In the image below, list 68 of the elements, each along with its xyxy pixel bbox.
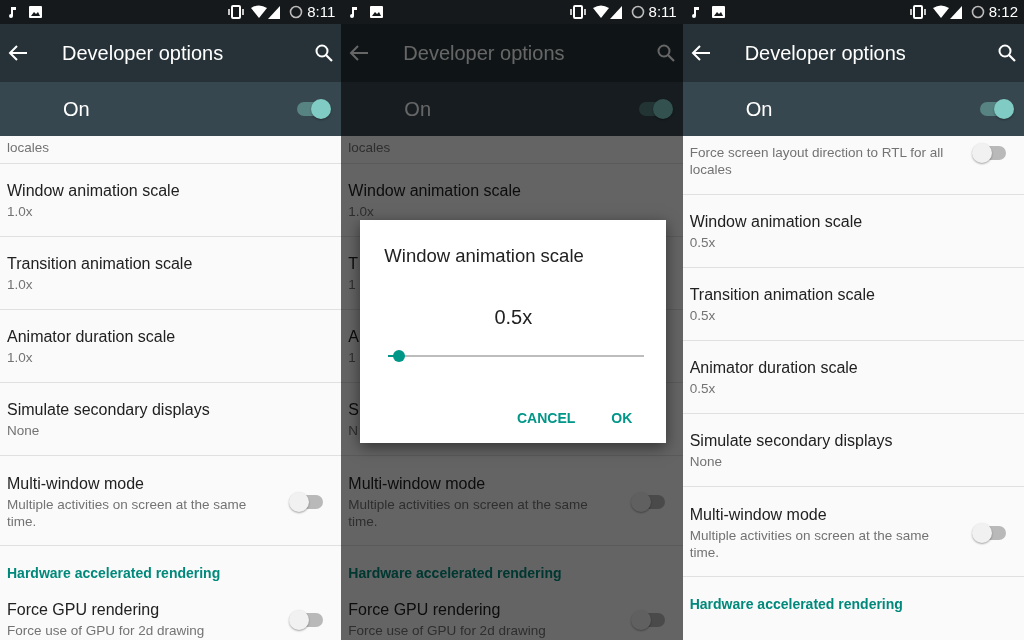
loading-circle-icon <box>289 5 304 19</box>
setting-summary: 1.0x <box>7 276 33 293</box>
search-icon[interactable] <box>315 44 334 62</box>
dialog-button[interactable]: OK <box>601 403 643 433</box>
wifi-icon <box>591 5 610 19</box>
back-arrow-icon[interactable] <box>8 44 28 62</box>
setting-summary: Force screen layout direction to RTL for all locales <box>689 144 945 178</box>
signal-icon <box>949 5 962 19</box>
setting-title[interactable]: Transition animation scale <box>689 285 875 305</box>
setting-title[interactable]: Animator duration scale <box>7 327 176 347</box>
wifi-icon <box>250 5 269 19</box>
toolbar-title: Developer options <box>744 41 907 66</box>
status-time: 8:11 <box>648 1 677 22</box>
toolbar-title: Developer options <box>62 41 225 66</box>
setting-title[interactable]: Window animation scale <box>689 212 863 232</box>
setting-summary: 1.0x <box>7 349 33 366</box>
switch-label: On <box>404 97 431 122</box>
toggle-switch[interactable] <box>972 142 1008 164</box>
music-note-icon <box>349 6 358 18</box>
toolbar-title: Developer options <box>403 41 566 66</box>
setting-summary: Multiple activities on screen at the same time. <box>689 527 931 561</box>
setting-title[interactable]: Multi-window mode <box>7 474 144 494</box>
setting-summary: 0.5x <box>689 380 716 397</box>
toggle-switch[interactable] <box>295 98 332 120</box>
image-icon <box>370 6 384 18</box>
setting-title[interactable]: Simulate secondary displays <box>7 400 210 420</box>
status-time: 8:11 <box>307 1 336 22</box>
setting-title[interactable]: Transition animation scale <box>7 254 193 274</box>
loading-circle-icon <box>630 5 645 19</box>
music-note-icon <box>8 6 16 18</box>
setting-summary: locales <box>7 139 50 156</box>
setting-title[interactable]: Animator duration scale <box>689 358 858 378</box>
setting-summary: Multiple activities on screen at the same time. <box>7 496 248 530</box>
toggle-switch[interactable] <box>978 98 1014 120</box>
section-header: Hardware accelerated rendering <box>347 564 563 582</box>
section-header: Hardware accelerated rendering <box>6 564 222 582</box>
switch-label: On <box>745 97 773 122</box>
setting-summary: None <box>689 453 722 470</box>
signal-icon <box>609 5 622 19</box>
signal-icon <box>268 5 281 19</box>
scale-value: 0.5x <box>493 304 534 330</box>
vibrate-icon <box>909 5 926 19</box>
setting-title[interactable]: Multi-window mode <box>689 505 827 525</box>
vibrate-icon <box>228 5 245 19</box>
toggle-switch[interactable] <box>630 608 667 631</box>
setting-summary: None <box>7 422 40 439</box>
setting-title[interactable]: Force GPU rendering <box>7 600 160 620</box>
section-header: Hardware accelerated rendering <box>688 595 904 613</box>
vibrate-icon <box>569 5 586 19</box>
wifi-icon <box>931 5 950 19</box>
setting-summary: 1.0x <box>7 203 33 220</box>
music-note-icon <box>690 6 699 18</box>
image-icon <box>711 6 725 18</box>
switch-label: On <box>63 97 90 122</box>
toggle-switch[interactable] <box>630 491 667 513</box>
back-arrow-icon[interactable] <box>690 44 711 62</box>
dialog-button[interactable]: CANCEL <box>507 403 586 433</box>
image-icon <box>29 6 42 18</box>
loading-circle-icon <box>970 5 985 19</box>
toggle-switch[interactable] <box>972 522 1008 544</box>
status-time: 8:12 <box>988 1 1018 22</box>
dialog-title: Window animation scale <box>384 244 585 268</box>
setting-summary: Force use of GPU for 2d drawing <box>7 622 205 639</box>
setting-title[interactable]: Simulate secondary displays <box>689 431 893 451</box>
setting-summary: 0.5x <box>689 307 716 324</box>
search-icon[interactable] <box>998 44 1016 62</box>
setting-title[interactable]: Window animation scale <box>7 181 180 201</box>
setting-summary: 0.5x <box>689 234 716 251</box>
